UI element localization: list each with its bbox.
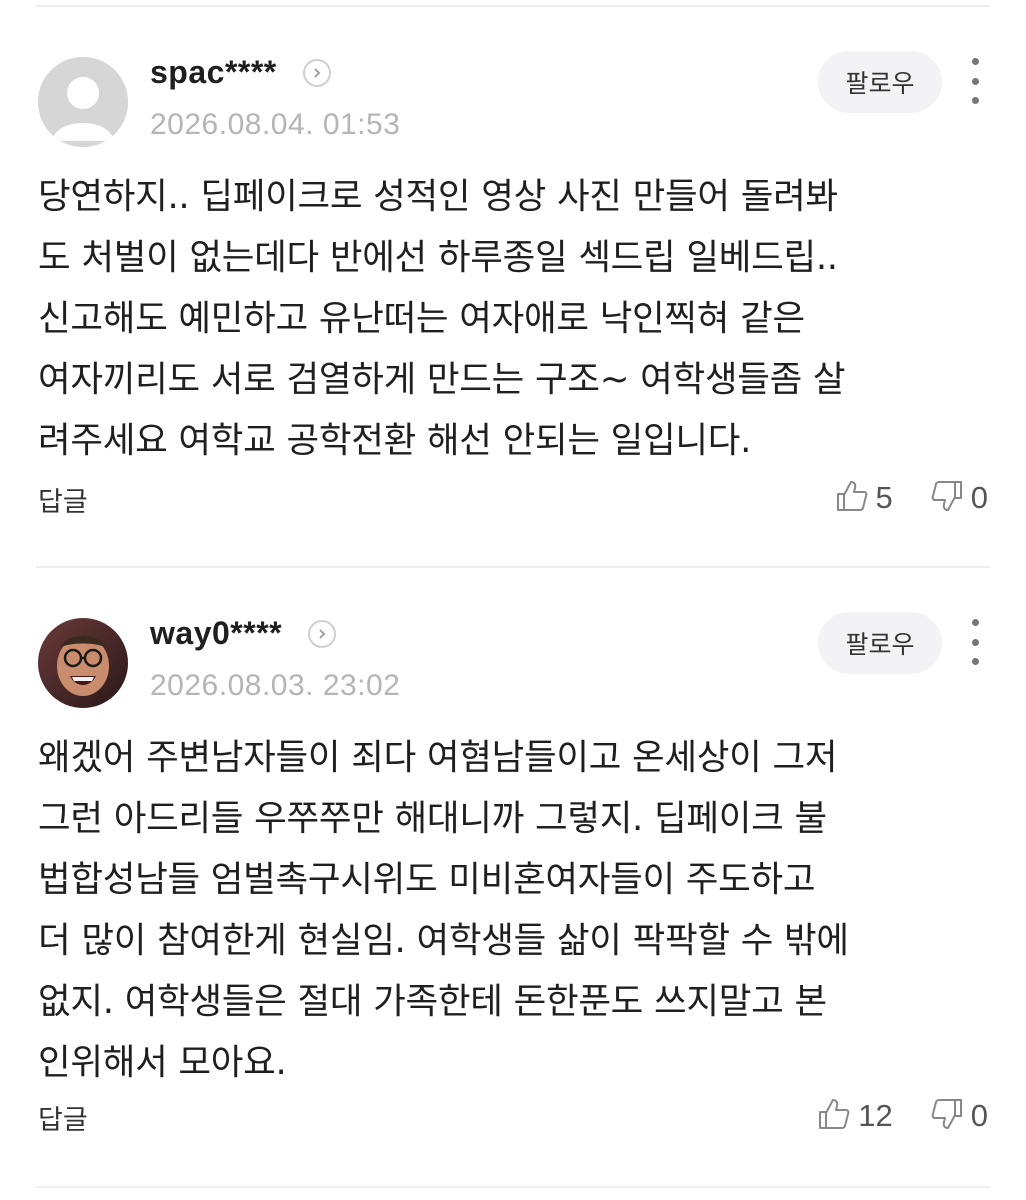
comment-item: way0**** 2026.08.03. 23:02 팔로우 왜겠어 주변남자들… bbox=[0, 561, 1026, 1136]
like-count: 12 bbox=[858, 1098, 893, 1133]
comment-line: 법합성남들 엄벌촉구시위도 미비혼여자들이 주도하고 bbox=[38, 859, 816, 900]
dislike-count: 0 bbox=[970, 480, 988, 515]
comment-line: 려주세요 여학교 공학전환 해선 안되는 일입니다. bbox=[38, 420, 752, 461]
like-button[interactable]: 12 bbox=[816, 1096, 893, 1136]
reactions: 12 0 bbox=[816, 1096, 988, 1136]
thumbs-down-icon bbox=[929, 1096, 965, 1136]
timestamp: 2026.08.04. 01:53 bbox=[150, 108, 401, 141]
dislike-button[interactable]: 0 bbox=[929, 1096, 988, 1136]
like-count: 5 bbox=[875, 480, 893, 515]
comment-line: 그런 아드리들 우쭈쭈만 해대니까 그렇지. 딥페이크 불 bbox=[38, 798, 827, 839]
comment-item: spac**** 2026.08.04. 01:53 팔로우 당연하지.. 딥페… bbox=[0, 0, 1026, 560]
reactions: 5 0 bbox=[834, 478, 988, 518]
reply-button[interactable]: 답글 bbox=[38, 480, 88, 519]
thumbs-down-icon bbox=[929, 478, 965, 518]
comment-line: 당연하지.. 딥페이크로 성적인 영상 사진 만들어 돌려봐 bbox=[38, 176, 838, 217]
username-row: way0**** bbox=[150, 615, 337, 652]
more-options-icon[interactable] bbox=[960, 619, 990, 665]
bottom-divider bbox=[36, 1186, 990, 1188]
reply-button[interactable]: 답글 bbox=[38, 1098, 88, 1137]
comment-body: 왜겠어 주변남자들이 죄다 여혐남들이고 온세상이 그저 그런 아드리들 우쭈쭈… bbox=[38, 727, 983, 1093]
comment-line: 도 처벌이 없는데다 반에선 하루종일 섹드립 일베드립.. bbox=[38, 237, 838, 278]
username-row: spac**** bbox=[150, 54, 331, 91]
comment-line: 왜겠어 주변남자들이 죄다 여혐남들이고 온세상이 그저 bbox=[38, 737, 838, 778]
like-button[interactable]: 5 bbox=[834, 478, 893, 518]
comment-body: 당연하지.. 딥페이크로 성적인 영상 사진 만들어 돌려봐 도 처벌이 없는데… bbox=[38, 166, 983, 471]
comment-line: 여자끼리도 서로 검열하게 만드는 구조~ 여학생들좀 살 bbox=[38, 359, 846, 400]
default-user-avatar-icon[interactable] bbox=[38, 57, 128, 147]
comment-line: 신고해도 예민하고 유난떠는 여자애로 낙인찍혀 같은 bbox=[38, 298, 805, 339]
profile-photo-avatar[interactable] bbox=[38, 618, 128, 708]
username[interactable]: spac**** bbox=[150, 54, 277, 91]
timestamp: 2026.08.03. 23:02 bbox=[150, 669, 401, 702]
comment-line: 더 많이 참여한게 현실임. 여학생들 삶이 팍팍할 수 밖에 bbox=[38, 920, 849, 961]
dislike-count: 0 bbox=[970, 1098, 988, 1133]
follow-button[interactable]: 팔로우 bbox=[818, 612, 942, 674]
thumbs-up-icon bbox=[816, 1096, 852, 1136]
thumbs-up-icon bbox=[834, 478, 870, 518]
chevron-right-icon[interactable] bbox=[308, 619, 337, 648]
follow-button[interactable]: 팔로우 bbox=[818, 51, 942, 113]
comment-line: 없지. 여학생들은 절대 가족한테 돈한푼도 쓰지말고 본 bbox=[38, 981, 827, 1022]
username[interactable]: way0**** bbox=[150, 615, 282, 652]
comment-line: 인위해서 모아요. bbox=[38, 1042, 287, 1083]
dislike-button[interactable]: 0 bbox=[929, 478, 988, 518]
chevron-right-icon[interactable] bbox=[302, 58, 331, 87]
more-options-icon[interactable] bbox=[960, 58, 990, 104]
